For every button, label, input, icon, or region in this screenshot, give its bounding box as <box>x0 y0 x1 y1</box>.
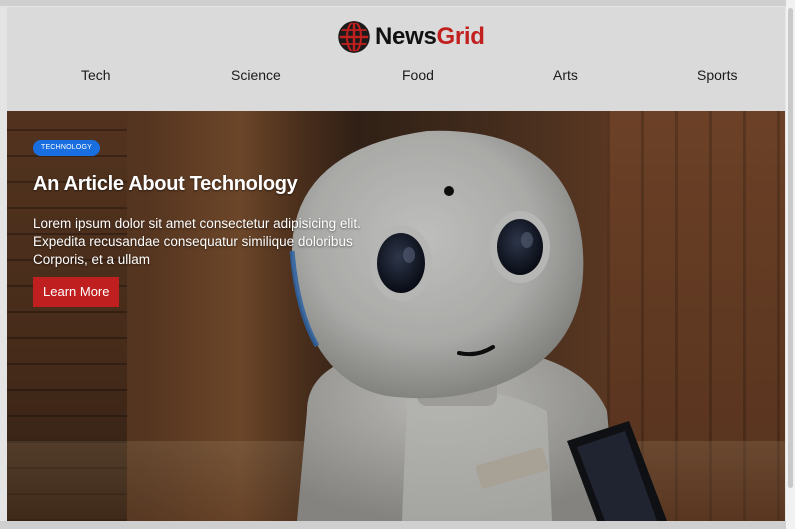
site-header: NewsGrid Tech Science Food Arts Sports <box>7 7 785 111</box>
hero-excerpt: Lorem ipsum dolor sit amet consectetur a… <box>33 216 361 267</box>
brand-logo-link[interactable]: NewsGrid <box>337 20 485 54</box>
globe-icon <box>338 21 370 53</box>
window-top-strip <box>0 0 795 6</box>
nav-link-arts[interactable]: Arts <box>553 64 578 86</box>
brand-name-part2: Grid <box>436 23 485 50</box>
hero-banner: TECHNOLOGY An Article About Technology L… <box>7 111 785 521</box>
brand-name: NewsGrid <box>375 23 485 51</box>
category-badge[interactable]: TECHNOLOGY <box>33 140 101 156</box>
page-bottom-strip <box>0 521 786 529</box>
nav-link-tech[interactable]: Tech <box>81 64 111 86</box>
nav-link-sports[interactable]: Sports <box>697 64 737 86</box>
hero-title: An Article About Technology <box>33 173 298 195</box>
main-nav: Tech Science Food Arts Sports <box>7 64 785 86</box>
nav-link-food[interactable]: Food <box>402 64 434 86</box>
brand-name-part1: News <box>375 23 437 50</box>
nav-link-science[interactable]: Science <box>231 64 281 86</box>
learn-more-button[interactable]: Learn More <box>33 277 120 307</box>
scrollbar-thumb[interactable] <box>788 8 793 488</box>
